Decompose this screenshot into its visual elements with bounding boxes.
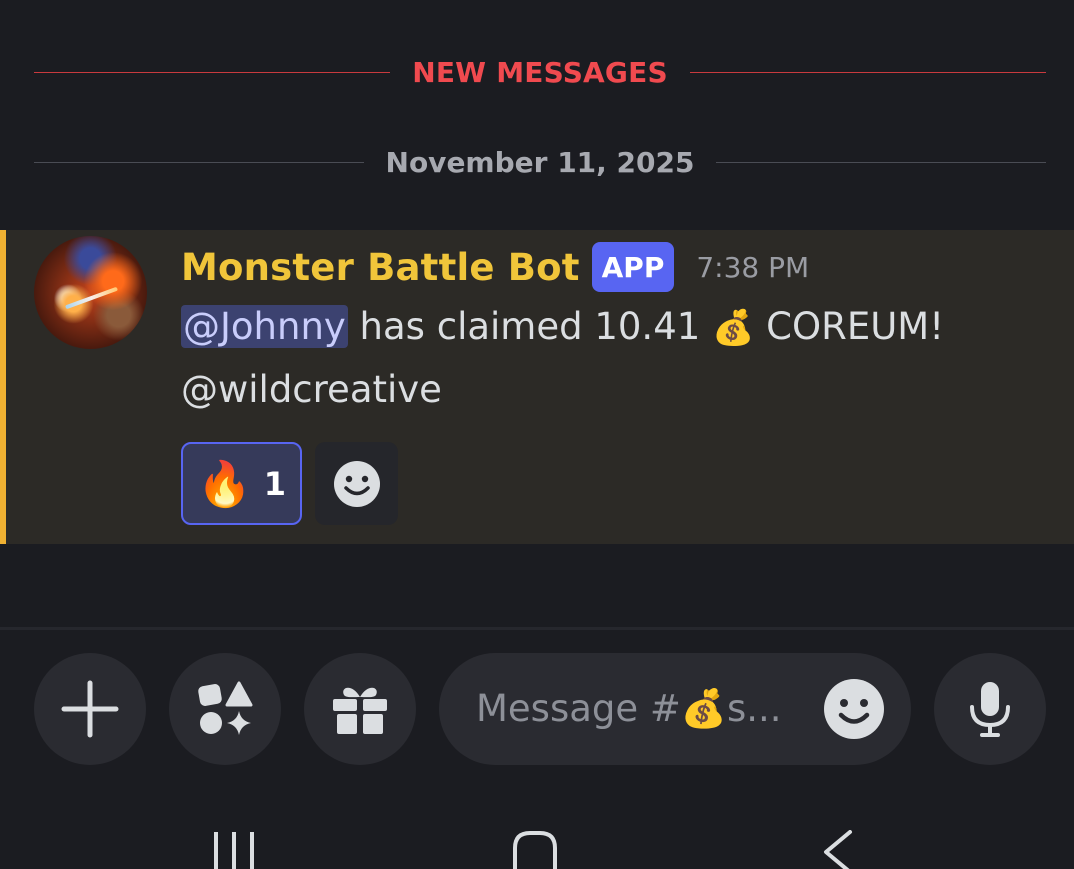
avatar[interactable] [34, 236, 147, 349]
message[interactable]: Monster Battle Bot APP 7:38 PM @Johnny h… [0, 230, 1074, 544]
divider-line-left [34, 162, 364, 163]
user-mention[interactable]: @Johnny [181, 305, 348, 348]
reaction-count: 1 [263, 464, 287, 503]
reaction-fire[interactable]: 🔥 1 [181, 442, 302, 525]
money-bag-emoji: 💰 [712, 308, 755, 348]
composer-separator [0, 627, 1074, 630]
add-reaction-button[interactable] [315, 442, 398, 525]
message-content: @Johnny has claimed 10.41 💰 COREUM! @wil… [181, 296, 1041, 421]
chat-screen: NEW MESSAGES November 11, 2025 Monster B… [0, 0, 1074, 869]
back-icon[interactable] [822, 830, 854, 869]
home-icon[interactable] [512, 830, 558, 869]
date-divider: November 11, 2025 [34, 146, 1046, 179]
date-label: November 11, 2025 [385, 146, 695, 179]
author-name[interactable]: Monster Battle Bot [181, 246, 580, 289]
new-messages-divider: NEW MESSAGES [34, 56, 1047, 89]
apps-button[interactable] [169, 653, 281, 765]
reactions-row: 🔥 1 [181, 442, 398, 525]
recents-icon[interactable] [212, 830, 256, 869]
divider-line-right [689, 72, 1047, 73]
message-input-placeholder: Message #💰s... [476, 687, 782, 730]
message-second-line: @wildcreative [181, 368, 442, 411]
fire-emoji: 🔥 [196, 458, 252, 510]
message-header: Monster Battle Bot APP 7:38 PM [181, 240, 809, 294]
divider-line-right [716, 162, 1046, 163]
message-composer: Message #💰s... [0, 653, 1074, 766]
message-timestamp: 7:38 PM [696, 250, 810, 284]
voice-message-button[interactable] [934, 653, 1046, 765]
message-text: has claimed 10.41 [347, 305, 713, 348]
smiley-icon[interactable] [823, 678, 885, 740]
message-input[interactable]: Message #💰s... [439, 653, 911, 765]
attach-button[interactable] [34, 653, 146, 765]
message-text-end: COREUM! [754, 305, 945, 348]
divider-line-left [34, 72, 391, 73]
app-tag-badge: APP [591, 242, 675, 292]
new-messages-label: NEW MESSAGES [412, 56, 668, 89]
plus-icon [61, 680, 119, 738]
mention-indicator-bar [0, 230, 6, 544]
gift-icon [333, 687, 387, 734]
microphone-icon [970, 682, 1010, 737]
apps-icon [198, 681, 253, 735]
system-navigation-bar [0, 800, 1074, 869]
smiley-icon [333, 460, 380, 507]
gift-button[interactable] [304, 653, 416, 765]
monster-battle-avatar-icon [64, 286, 119, 310]
